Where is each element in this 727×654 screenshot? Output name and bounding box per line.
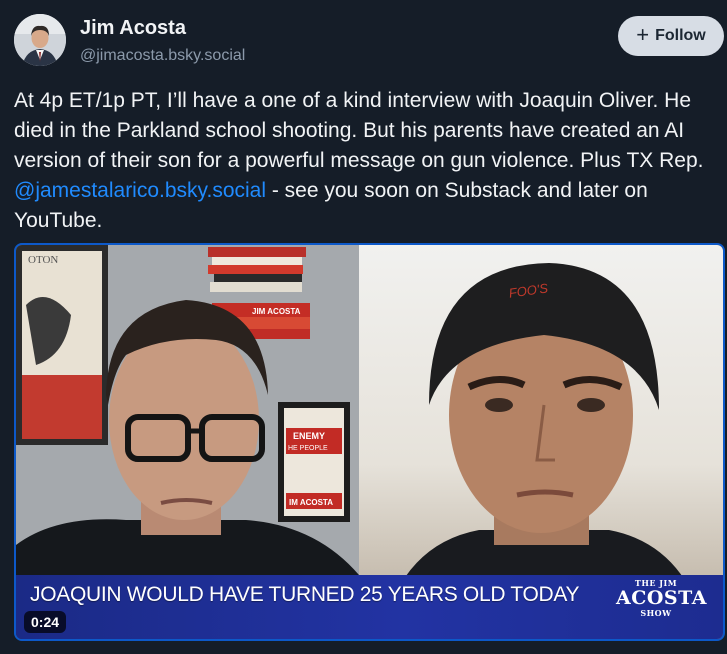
show-logo-line2: ACOSTA — [616, 587, 707, 609]
author-display-name[interactable]: Jim Acosta — [80, 17, 186, 40]
book-spine-text: JIM ACOSTA — [252, 307, 301, 316]
book-cover-title: ENEMY — [293, 431, 325, 441]
post-text-part1: At 4p ET/1p PT, I’ll have a one of a kin… — [14, 89, 704, 172]
plus-icon: + — [636, 22, 650, 47]
poster-text: OTON — [28, 254, 58, 266]
video-headline: JOAQUIN WOULD HAVE TURNED 25 YEARS OLD T… — [30, 583, 580, 606]
video-player[interactable]: OTON JIM ACOSTA ENEMY HE PEOPLE IM ACOST… — [14, 243, 725, 641]
follow-button-label: Follow — [655, 27, 706, 44]
avatar-image — [14, 14, 66, 66]
show-logo: THE JIM ACOSTA SHOW — [616, 578, 707, 618]
mention-link[interactable]: @jamestalarico.bsky.social — [14, 179, 266, 202]
post-text: At 4p ET/1p PT, I’ll have a one of a kin… — [14, 86, 714, 236]
book-cover-subtitle: HE PEOPLE — [288, 445, 328, 452]
author-handle[interactable]: @jimacosta.bsky.social — [80, 47, 245, 65]
video-duration: 0:24 — [24, 611, 67, 633]
book-cover-author: IM ACOSTA — [289, 498, 333, 507]
author-avatar[interactable] — [14, 14, 66, 66]
follow-button[interactable]: + Follow — [618, 16, 724, 56]
show-logo-line3: SHOW — [640, 608, 672, 618]
